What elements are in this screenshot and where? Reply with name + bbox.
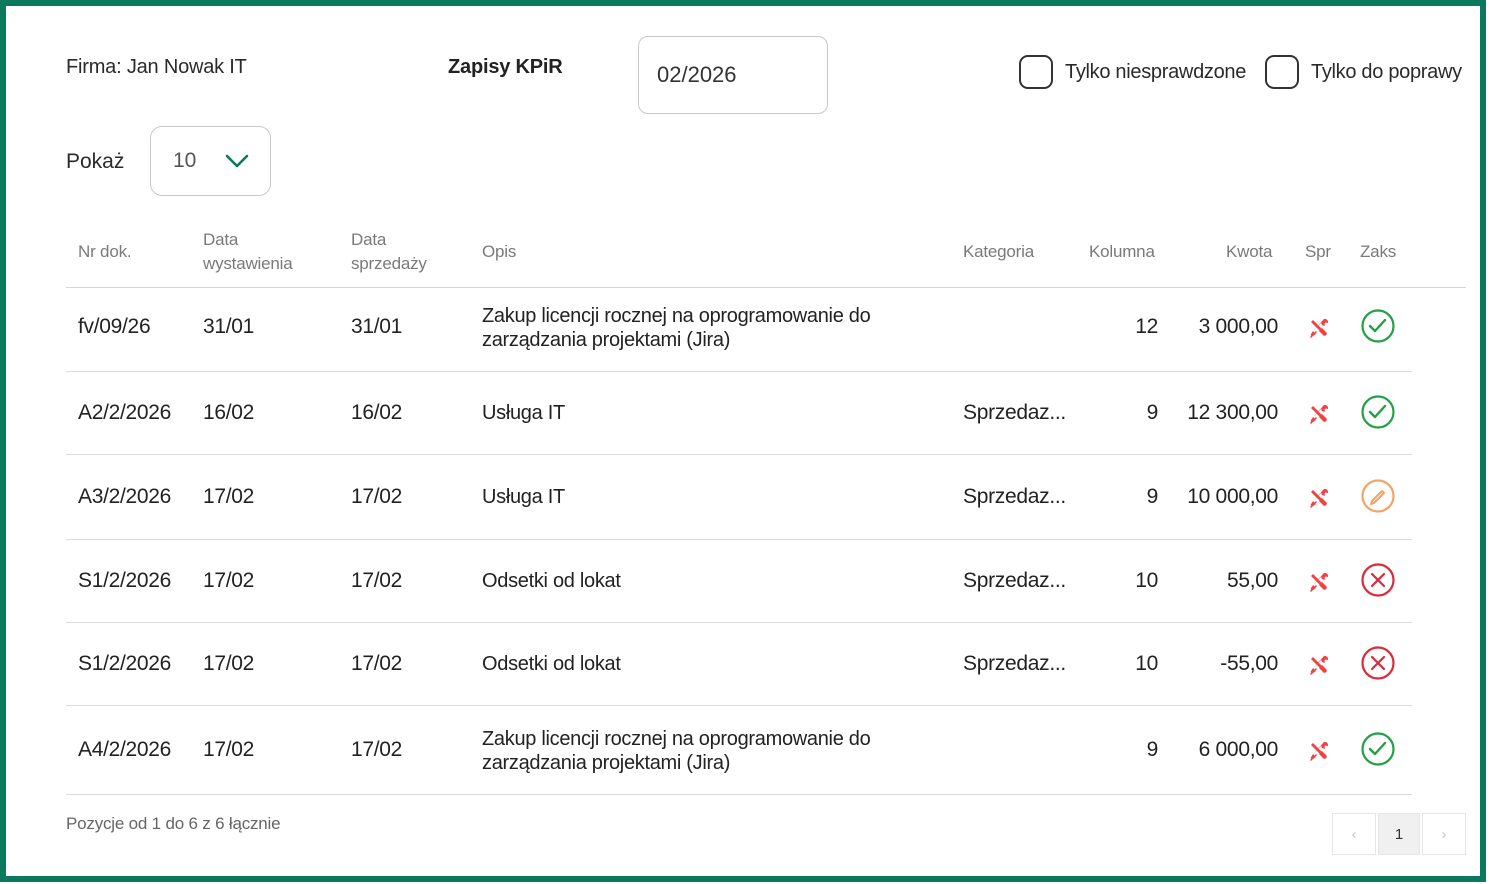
tools-icon[interactable] bbox=[1307, 316, 1331, 345]
chevron-down-icon bbox=[225, 154, 249, 168]
cell-nr: S1/2/2026 bbox=[78, 651, 172, 675]
col-opis[interactable]: Opis bbox=[482, 240, 516, 264]
cell-kolumna: 10 bbox=[1135, 568, 1158, 592]
cell-data-wystawienia: 17/02 bbox=[203, 484, 255, 508]
cell-data-wystawienia: 17/02 bbox=[203, 651, 255, 675]
cell-data-sprzedazy: 17/02 bbox=[351, 737, 403, 761]
cell-opis: Odsetki od lokat bbox=[482, 569, 621, 592]
cell-kategoria: Sprzedaz... bbox=[963, 400, 1066, 424]
col-kolumna[interactable]: Kolumna bbox=[1089, 240, 1155, 264]
table-row[interactable]: A4/2/2026 17/02 17/02 Zakup licencji roczne… bbox=[66, 706, 1412, 795]
tools-icon[interactable] bbox=[1307, 486, 1331, 515]
tools-icon[interactable] bbox=[1307, 739, 1331, 768]
cell-opis: Odsetki od lokat bbox=[482, 652, 621, 675]
cell-kwota: -55,00 bbox=[1220, 651, 1278, 675]
col-nr[interactable]: Nr dok. bbox=[78, 240, 132, 264]
pencil-circle-icon[interactable] bbox=[1360, 478, 1396, 519]
cell-data-sprzedazy: 17/02 bbox=[351, 568, 403, 592]
cell-kolumna: 9 bbox=[1146, 400, 1159, 424]
col-kategoria[interactable]: Kategoria bbox=[963, 240, 1034, 264]
x-circle-icon[interactable] bbox=[1360, 645, 1396, 686]
table-row[interactable]: S1/2/2026 17/02 17/02 Odsetki od lokat Sprze… bbox=[66, 623, 1412, 706]
table-row[interactable]: fv/09/26 31/01 31/01 Zakup licencji rocznej… bbox=[66, 283, 1412, 372]
cell-kolumna: 9 bbox=[1146, 484, 1159, 508]
cell-data-sprzedazy: 17/02 bbox=[351, 651, 403, 675]
pagination-prev-button[interactable]: ‹ bbox=[1332, 813, 1376, 855]
tools-icon[interactable] bbox=[1307, 653, 1331, 682]
cell-kwota: 3 000,00 bbox=[1198, 314, 1279, 338]
pagesize-label: Pokaż bbox=[66, 150, 125, 173]
cell-nr: fv/09/26 bbox=[78, 314, 151, 338]
cell-data-wystawienia: 17/02 bbox=[203, 568, 255, 592]
table-row[interactable]: A3/2/2026 17/02 17/02 Usługa IT Sprzedaz... 9… bbox=[66, 455, 1412, 540]
cell-nr: A2/2/2026 bbox=[78, 400, 172, 424]
cell-data-sprzedazy: 17/02 bbox=[351, 484, 403, 508]
cell-opis: Usługa IT bbox=[482, 485, 565, 508]
table-row[interactable]: A2/2/2026 16/02 16/02 Usługa IT Sprzedaz... 9… bbox=[66, 372, 1412, 455]
col-kwota[interactable]: Kwota bbox=[1226, 240, 1272, 264]
cell-kwota: 55,00 bbox=[1226, 568, 1278, 592]
cell-kategoria: Sprzedaz... bbox=[963, 568, 1066, 592]
tools-icon[interactable] bbox=[1307, 402, 1331, 431]
checkbox-label: Tylko niesprawdzone bbox=[1065, 60, 1247, 83]
cell-data-sprzedazy: 31/01 bbox=[351, 314, 403, 338]
cell-opis: Zakup licencji rocznej na oprogramowanie… bbox=[482, 304, 871, 351]
cell-kategoria: Sprzedaz... bbox=[963, 484, 1066, 508]
cell-kategoria: Sprzedaz... bbox=[963, 651, 1066, 675]
check-circle-icon[interactable] bbox=[1360, 394, 1396, 435]
col-zaks[interactable]: Zaks bbox=[1360, 240, 1396, 264]
cell-kwota: 6 000,00 bbox=[1198, 737, 1279, 761]
tools-icon[interactable] bbox=[1307, 570, 1331, 599]
filter-correction-toggle[interactable]: Tylko do poprawy bbox=[1265, 55, 1462, 89]
cell-opis: Usługa IT bbox=[482, 401, 565, 424]
checkbox-label: Tylko do poprawy bbox=[1311, 60, 1462, 83]
check-circle-icon[interactable] bbox=[1360, 731, 1396, 772]
cell-data-wystawienia: 31/01 bbox=[203, 314, 255, 338]
x-circle-icon[interactable] bbox=[1360, 562, 1396, 603]
cell-data-sprzedazy: 16/02 bbox=[351, 400, 403, 424]
col-data-sprzedazy[interactable]: Data sprzedaży bbox=[351, 228, 441, 276]
table-row[interactable]: S1/2/2026 17/02 17/02 Odsetki od lokat Sprze… bbox=[66, 540, 1412, 623]
pagination-next-button[interactable]: › bbox=[1422, 813, 1466, 855]
cell-nr: A3/2/2026 bbox=[78, 484, 172, 508]
cell-nr: S1/2/2026 bbox=[78, 568, 172, 592]
cell-data-wystawienia: 16/02 bbox=[203, 400, 255, 424]
col-spr[interactable]: Spr bbox=[1305, 240, 1331, 264]
check-circle-icon[interactable] bbox=[1360, 308, 1396, 349]
cell-kwota: 12 300,00 bbox=[1187, 400, 1278, 424]
pagesize-select[interactable]: 10 bbox=[150, 126, 271, 196]
checkbox[interactable] bbox=[1265, 55, 1299, 89]
cell-kwota: 10 000,00 bbox=[1187, 484, 1278, 508]
pagination-info: Pozycje od 1 do 6 z 6 łącznie bbox=[66, 814, 281, 833]
cell-kolumna: 10 bbox=[1135, 651, 1158, 675]
cell-kolumna: 9 bbox=[1146, 737, 1159, 761]
table-header: Nr dok. Data wystawienia Data sprzedaży … bbox=[66, 228, 1466, 288]
checkbox[interactable] bbox=[1019, 55, 1053, 89]
page-title: Zapisy KPiR bbox=[448, 56, 563, 78]
company-name: Firma: Jan Nowak IT bbox=[66, 56, 247, 78]
pagesize-value: 10 bbox=[173, 149, 197, 172]
app-frame: Firma: Jan Nowak IT Zapisy KPiR Tylko ni… bbox=[0, 0, 1486, 882]
col-data-wystawienia[interactable]: Data wystawienia bbox=[203, 228, 313, 276]
cell-kolumna: 12 bbox=[1135, 314, 1158, 338]
filter-unchecked-toggle[interactable]: Tylko niesprawdzone bbox=[1019, 55, 1246, 89]
pagination-page-1[interactable]: 1 bbox=[1378, 813, 1420, 855]
cell-data-wystawienia: 17/02 bbox=[203, 737, 255, 761]
month-input[interactable] bbox=[638, 36, 828, 114]
cell-opis: Zakup licencji rocznej na oprogramowanie… bbox=[482, 727, 871, 774]
cell-nr: A4/2/2026 bbox=[78, 737, 172, 761]
